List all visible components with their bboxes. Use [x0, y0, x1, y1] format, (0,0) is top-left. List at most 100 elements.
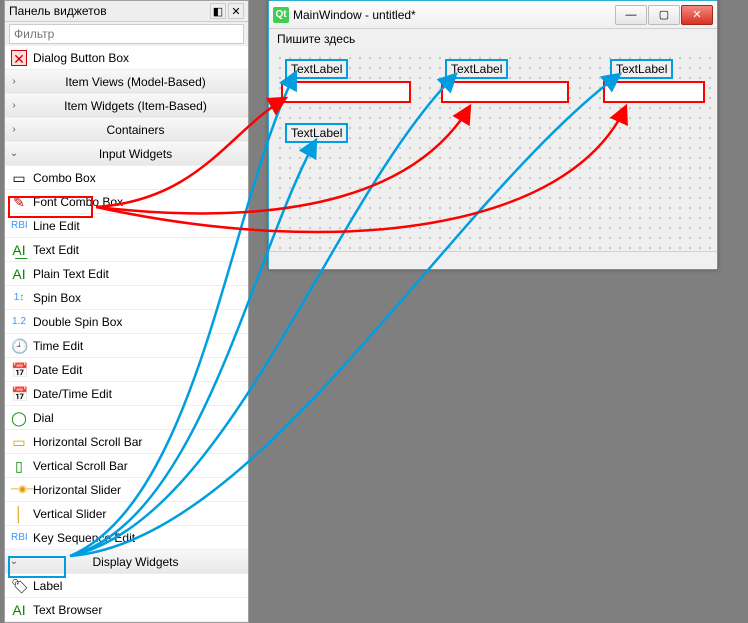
dateedit-icon: 📅 [9, 360, 29, 380]
tree-item-plaintextedit[interactable]: AI Plain Text Edit [5, 262, 248, 286]
tree-category-itemviews[interactable]: › Item Views (Model-Based) [5, 70, 248, 94]
textedit-icon: A͟I [9, 240, 29, 260]
panel-controls: ◧ ✕ [210, 3, 244, 19]
tree-item-label: Date/Time Edit [33, 387, 112, 401]
lineedit-3[interactable] [603, 81, 705, 103]
menu-placeholder: Пишите здесь [277, 32, 355, 46]
filter-input[interactable] [9, 24, 244, 44]
label-text: TextLabel [616, 62, 667, 76]
tree-item-hscrollbar[interactable]: ▭ Horizontal Scroll Bar [5, 430, 248, 454]
chevron-right-icon: › [5, 124, 23, 135]
panel-close-button[interactable]: ✕ [228, 3, 244, 19]
tree-item-label: Key Sequence Edit [33, 531, 135, 545]
label-text: TextLabel [291, 126, 342, 140]
category-label: Input Widgets [23, 147, 248, 161]
chevron-down-icon: ⌄ [5, 556, 23, 567]
fontcombo-icon: ✎ [9, 192, 29, 212]
combobox-icon: ▭ [9, 168, 29, 188]
close-icon: ✕ [692, 8, 701, 21]
category-label: Item Widgets (Item-Based) [23, 99, 248, 113]
tree-item-textedit[interactable]: A͟I Text Edit [5, 238, 248, 262]
close-button[interactable]: ✕ [681, 5, 713, 25]
qlabel-4[interactable]: TextLabel [285, 123, 348, 143]
window-dock-icon: ◧ [213, 5, 223, 18]
tree-item-label-widget[interactable]: 🏷 Label [5, 574, 248, 598]
tree-item-fontcombobox[interactable]: ✎ Font Combo Box [5, 190, 248, 214]
tree-item-combobox[interactable]: ▭ Combo Box [5, 166, 248, 190]
tree-item-label: Text Edit [33, 243, 79, 257]
tree-item-label: Label [33, 579, 62, 593]
tree-item-label: Font Combo Box [33, 195, 123, 209]
textbrowser-icon: AI [9, 600, 29, 620]
qt-logo-icon: Qt [273, 7, 289, 23]
preview-window: Qt MainWindow - untitled* — ▢ ✕ Пишите з… [268, 0, 718, 270]
qlabel-3[interactable]: TextLabel [610, 59, 673, 79]
tree-category-displaywidgets[interactable]: ⌄ Display Widgets [5, 550, 248, 574]
category-label: Containers [23, 123, 248, 137]
widget-box-panel: Панель виджетов ◧ ✕ ✕ Dialog Button Box … [4, 0, 249, 623]
tree-item-doublespinbox[interactable]: 1.2Double Spin Box [5, 310, 248, 334]
tree-item-label: Dial [33, 411, 54, 425]
title-bar: Qt MainWindow - untitled* — ▢ ✕ [269, 1, 717, 29]
tree-item-label: Vertical Slider [33, 507, 106, 521]
menu-bar[interactable]: Пишите здесь [269, 29, 717, 49]
qlabel-1[interactable]: TextLabel [285, 59, 348, 79]
label-icon: 🏷 [9, 576, 29, 596]
tree-item-keysequenceedit[interactable]: RBIKey Sequence Edit [5, 526, 248, 550]
dial-icon: ◯ [9, 408, 29, 428]
lineedit-2[interactable] [441, 81, 569, 103]
label-text: TextLabel [451, 62, 502, 76]
label-text: TextLabel [291, 62, 342, 76]
tree-item-hslider[interactable]: ─◉─ Horizontal Slider [5, 478, 248, 502]
tree-item-vscrollbar[interactable]: ▯ Vertical Scroll Bar [5, 454, 248, 478]
minimize-button[interactable]: — [615, 5, 647, 25]
tree-item-label: Date Edit [33, 363, 82, 377]
tree-item-label: Spin Box [33, 291, 81, 305]
minimize-icon: — [626, 9, 637, 21]
tree-item-datetimeedit[interactable]: 📅 Date/Time Edit [5, 382, 248, 406]
tree-item-label: Plain Text Edit [33, 267, 109, 281]
vscroll-icon: ▯ [9, 456, 29, 476]
doublespin-icon: 1.2 [9, 312, 29, 332]
spinbox-icon: 1↕ [9, 288, 29, 308]
tree-item-label: Horizontal Slider [33, 483, 121, 497]
tree-item-dateedit[interactable]: 📅 Date Edit [5, 358, 248, 382]
dock-button[interactable]: ◧ [210, 3, 226, 19]
tree-item-label: Vertical Scroll Bar [33, 459, 128, 473]
lineedit-1[interactable] [281, 81, 411, 103]
tree-item-label: Line Edit [33, 219, 80, 233]
tree-item-spinbox[interactable]: 1↕ Spin Box [5, 286, 248, 310]
delete-icon: ✕ [9, 48, 29, 68]
close-icon: ✕ [231, 5, 240, 18]
tree-item-label: Horizontal Scroll Bar [33, 435, 142, 449]
plaintext-icon: AI [9, 264, 29, 284]
form-canvas[interactable]: TextLabel TextLabel TextLabel TextLabel [275, 53, 711, 249]
chevron-down-icon: ⌄ [5, 148, 23, 159]
window-title: MainWindow - untitled* [293, 8, 615, 22]
tree-item-label: Combo Box [33, 171, 96, 185]
qlabel-2[interactable]: TextLabel [445, 59, 508, 79]
chevron-right-icon: › [5, 76, 23, 87]
window-buttons: — ▢ ✕ [615, 5, 713, 25]
tree-category-inputwidgets[interactable]: ⌄ Input Widgets [5, 142, 248, 166]
tree-item-textbrowser[interactable]: AI Text Browser [5, 598, 248, 622]
hscroll-icon: ▭ [9, 432, 29, 452]
chevron-right-icon: › [5, 100, 23, 111]
tree-category-containers[interactable]: › Containers [5, 118, 248, 142]
tree-item-lineedit[interactable]: RBI Line Edit [5, 214, 248, 238]
lineedit-icon: RBI [9, 216, 29, 236]
maximize-icon: ▢ [659, 8, 669, 21]
datetime-icon: 📅 [9, 384, 29, 404]
tree-item-timeedit[interactable]: 🕘Time Edit [5, 334, 248, 358]
tree-item-label: Time Edit [33, 339, 83, 353]
tree-item-dialogbuttonbox[interactable]: ✕ Dialog Button Box [5, 46, 248, 70]
tree-item-dial[interactable]: ◯ Dial [5, 406, 248, 430]
status-bar [269, 251, 717, 269]
tree-item-vslider[interactable]: │ Vertical Slider [5, 502, 248, 526]
hslider-icon: ─◉─ [9, 480, 29, 500]
tree-item-label: Text Browser [33, 603, 102, 617]
maximize-button[interactable]: ▢ [648, 5, 680, 25]
widget-tree: ✕ Dialog Button Box › Item Views (Model-… [5, 46, 248, 622]
tree-category-itemwidgets[interactable]: › Item Widgets (Item-Based) [5, 94, 248, 118]
vslider-icon: │ [9, 504, 29, 524]
